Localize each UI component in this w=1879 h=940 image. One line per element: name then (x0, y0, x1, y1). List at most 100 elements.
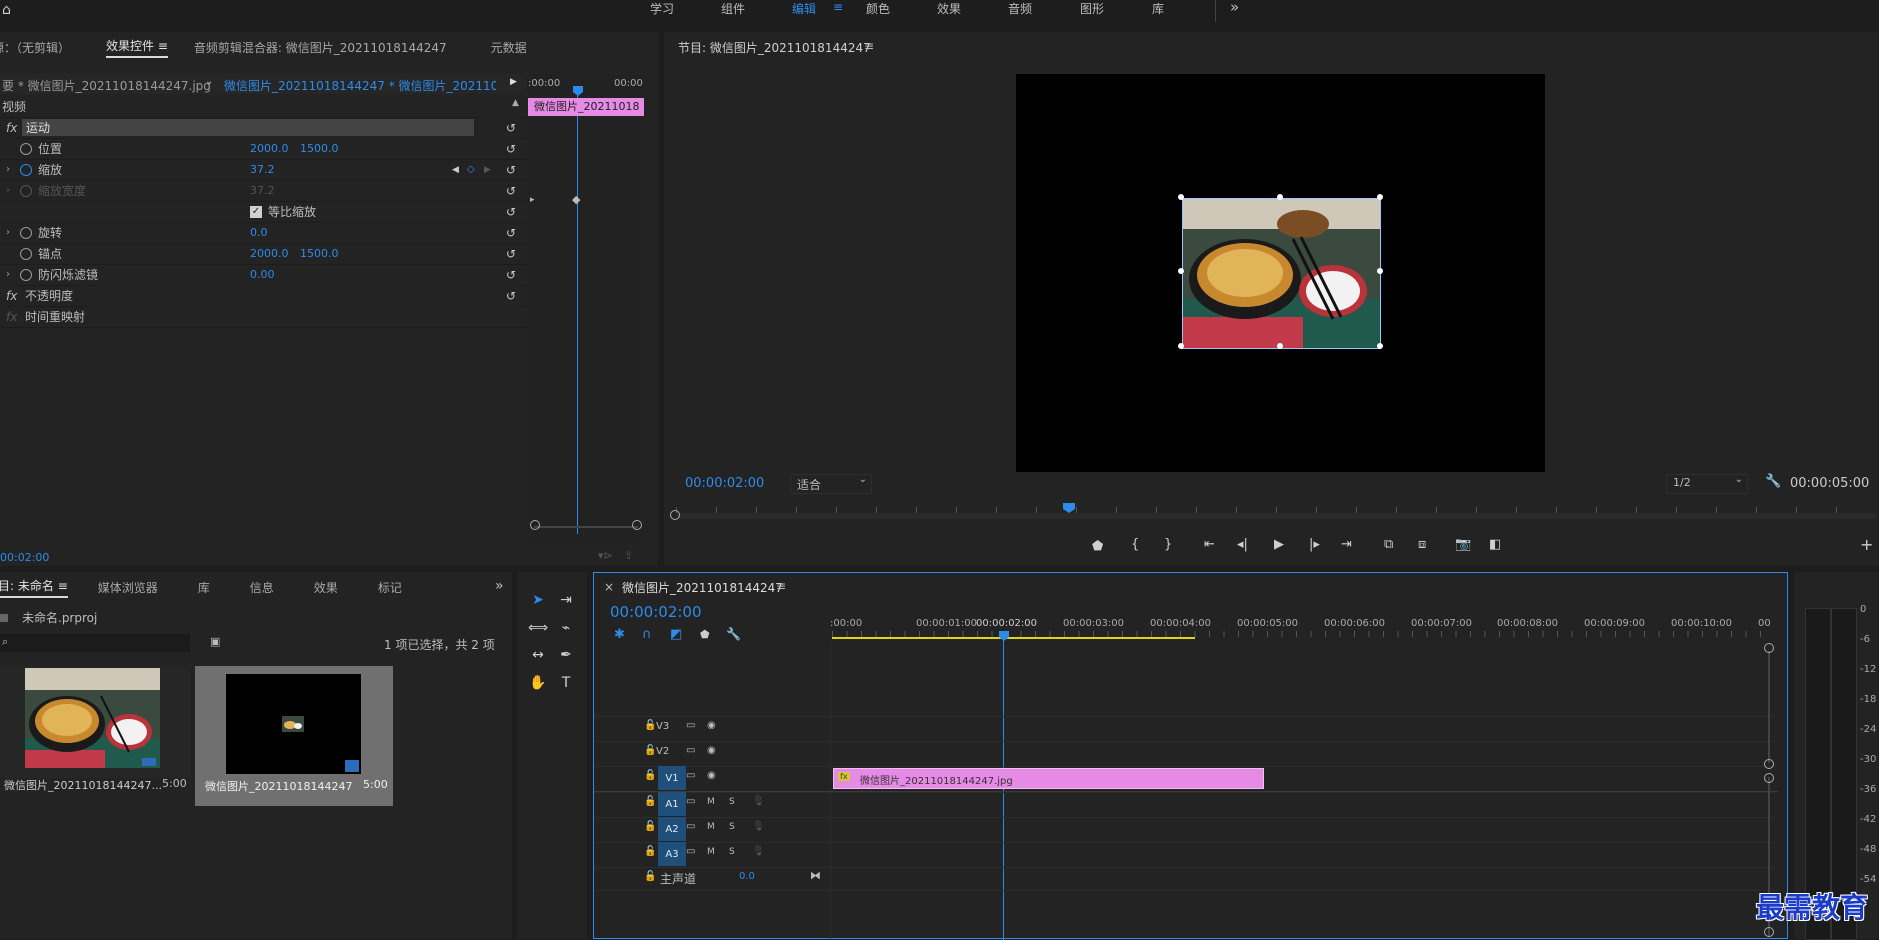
opacity-row[interactable]: fx 不透明度 ↺ (0, 285, 526, 307)
transform-handle[interactable] (1178, 268, 1184, 274)
tab-markers[interactable]: 标记 (378, 579, 402, 596)
marker-icon[interactable]: ⬟ (700, 628, 710, 641)
linked-selection-icon[interactable]: ◩ (670, 627, 682, 642)
filter-icon[interactable]: ▾⊳ (598, 549, 613, 562)
type-tool-icon[interactable]: T (555, 672, 577, 694)
mute-button[interactable]: M (707, 822, 715, 832)
reset-icon[interactable]: ↺ (506, 163, 516, 177)
mute-button[interactable]: M (707, 797, 715, 807)
scale-value[interactable]: 37.2 (250, 163, 275, 176)
wrench-icon[interactable]: 🔧 (726, 627, 741, 641)
next-keyframe-icon[interactable]: ▶ (484, 165, 491, 175)
close-icon[interactable]: × (604, 580, 614, 594)
reset-icon[interactable]: ↺ (506, 121, 516, 135)
microphone-icon[interactable]: 🎙 (752, 846, 765, 857)
eye-icon[interactable]: ◉ (707, 770, 716, 781)
keyframe-marker[interactable]: ▸ (530, 195, 535, 205)
add-button-icon[interactable]: + (1860, 535, 1873, 554)
lock-icon[interactable]: 🔓 (644, 770, 656, 781)
solo-button[interactable]: S (729, 822, 735, 832)
eye-icon[interactable]: ◉ (707, 745, 716, 756)
program-scrubber[interactable] (670, 503, 1879, 523)
tab-effect-controls[interactable]: 效果控件 ≡ (106, 37, 168, 58)
pen-tool-icon[interactable]: ✒ (555, 644, 577, 666)
nav-edit[interactable]: 编辑 (792, 0, 816, 17)
nav-libraries[interactable]: 库 (1152, 0, 1164, 17)
sync-lock-icon[interactable]: ▭ (686, 846, 695, 857)
anchor-y-value[interactable]: 1500.0 (300, 247, 339, 260)
play-icon[interactable]: ▶ (1274, 537, 1284, 552)
timeline-timecode[interactable]: 00:00:02:00 (610, 603, 702, 621)
lock-icon[interactable]: 🔓 (644, 846, 656, 857)
lock-icon[interactable]: 🔓 (644, 871, 656, 882)
mark-out-icon[interactable]: } (1164, 537, 1172, 552)
step-back-icon[interactable]: ◂| (1237, 537, 1248, 552)
lock-icon[interactable]: 🔓 (644, 821, 656, 832)
nav-learn[interactable]: 学习 (650, 0, 674, 17)
food-photo[interactable] (1182, 198, 1381, 349)
solo-button[interactable]: S (729, 797, 735, 807)
solo-button[interactable]: S (729, 847, 735, 857)
mini-clip[interactable]: 微信图片_20211018 (528, 98, 644, 116)
motion-row[interactable]: fx 运动 ↺ (0, 117, 526, 139)
program-menu-icon[interactable]: ≡ (864, 39, 874, 53)
home-icon[interactable]: ⌂ (2, 2, 11, 18)
add-marker-icon[interactable]: ⬟ (1092, 539, 1103, 554)
position-y-value[interactable]: 1500.0 (300, 142, 339, 155)
chevron-down-icon[interactable]: ⌄ (205, 76, 213, 87)
selection-tool-icon[interactable]: ➤ (527, 589, 549, 611)
stopwatch-icon[interactable] (20, 268, 32, 281)
panel-menu-icon[interactable]: ≡ (158, 39, 168, 53)
track-select-tool-icon[interactable]: ⇥ (555, 589, 577, 611)
property-scale[interactable]: › 缩放 37.2 ◀ ◇ ▶ ↺ (0, 159, 526, 181)
reset-icon[interactable]: ↺ (506, 247, 516, 261)
eye-icon[interactable]: ◉ (707, 720, 716, 731)
magnet-icon[interactable]: ∩ (642, 627, 652, 642)
tab-audio-mixer[interactable]: 音频剪辑混合器: 微信图片_20211018144247 (194, 39, 447, 56)
wrench-icon[interactable]: 🔧 (1765, 474, 1781, 489)
prev-keyframe-icon[interactable]: ◀ (452, 165, 459, 175)
track-target-a3[interactable]: A3 (658, 842, 686, 866)
property-anti-flicker[interactable]: › 防闪烁滤镜 0.00 ↺ (0, 264, 526, 286)
tab-libraries[interactable]: 库 (198, 579, 210, 596)
property-position[interactable]: 位置 2000.0 1500.0 ↺ (0, 138, 526, 160)
transform-handle[interactable] (1377, 343, 1383, 349)
position-x-value[interactable]: 2000.0 (250, 142, 289, 155)
reset-icon[interactable]: ↺ (506, 184, 516, 198)
sync-lock-icon[interactable]: ▭ (686, 720, 695, 731)
effect-timecode[interactable]: 00:02:00 (0, 551, 49, 564)
property-uniform-scale[interactable]: ✓ 等比缩放 ↺ (0, 201, 526, 223)
expand-arrow-icon[interactable]: › (6, 164, 10, 175)
go-to-out-icon[interactable]: ⇥ (1341, 537, 1352, 552)
lock-icon[interactable]: 🔓 (644, 720, 656, 731)
add-keyframe-icon[interactable]: ◇ (467, 164, 475, 175)
snap-icon[interactable]: ✱ (614, 627, 625, 642)
slip-tool-icon[interactable]: ↔ (527, 644, 549, 666)
track-target-a2[interactable]: A2 (658, 817, 686, 841)
step-forward-icon[interactable]: |▸ (1309, 537, 1320, 552)
comparison-view-icon[interactable]: ◧ (1489, 537, 1501, 552)
sync-lock-icon[interactable]: ▭ (686, 821, 695, 832)
new-search-bin-icon[interactable]: ▣ (210, 635, 220, 648)
reset-icon[interactable]: ↺ (506, 226, 516, 240)
expand-arrow-icon[interactable]: › (6, 269, 10, 280)
project-more-button[interactable]: » (495, 578, 504, 594)
go-to-end-icon[interactable]: ⧓ (810, 869, 821, 882)
panel-menu-icon[interactable]: ≡ (58, 579, 68, 593)
stopwatch-icon[interactable] (20, 247, 32, 260)
transform-handle[interactable] (1277, 194, 1283, 200)
mini-playhead[interactable] (573, 86, 583, 96)
scrubber-handle-left[interactable] (670, 510, 680, 520)
uniform-scale-checkbox[interactable]: ✓ (250, 205, 262, 218)
razor-tool-icon[interactable]: ⌁ (555, 617, 577, 639)
program-timecode[interactable]: 00:00:02:00 (685, 476, 764, 491)
transform-handle[interactable] (1377, 194, 1383, 200)
project-search-input[interactable]: ⌕ (0, 634, 190, 652)
transform-handle[interactable] (1178, 194, 1184, 200)
extract-icon[interactable]: ⧈ (1418, 537, 1426, 552)
tab-metadata[interactable]: 元数据 (491, 39, 527, 56)
sync-lock-icon[interactable]: ▭ (686, 745, 695, 756)
fit-dropdown[interactable]: 适合 ⌄ (790, 474, 872, 494)
hand-tool-icon[interactable]: ✋ (527, 672, 549, 694)
camera-icon[interactable]: 📷 (1455, 537, 1471, 552)
